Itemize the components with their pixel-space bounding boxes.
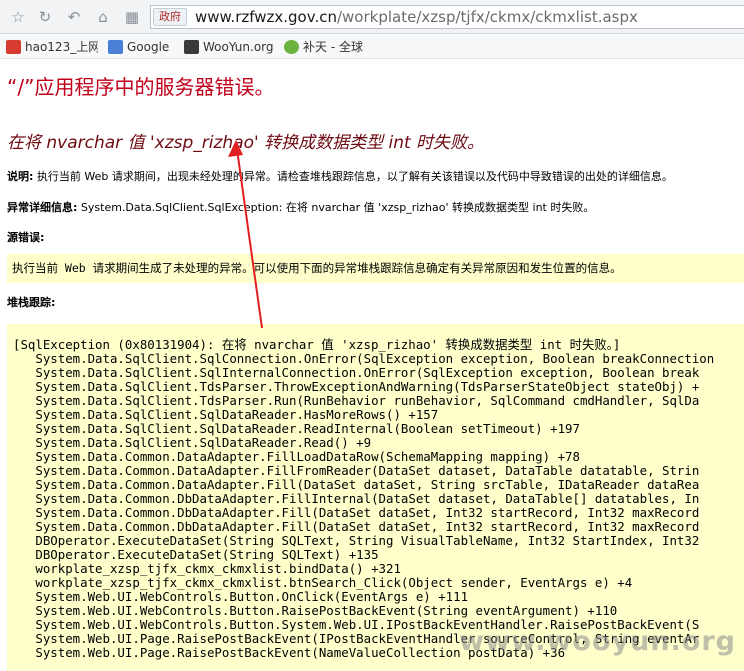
annotation-arrow xyxy=(228,140,263,329)
home-icon[interactable]: ⌂ xyxy=(93,7,113,27)
site-type-badge: 政府 xyxy=(153,8,187,26)
address-bar[interactable]: 政府 www.rzfwzx.gov.cn/workplate/xzsp/tjfx… xyxy=(150,5,744,29)
bookmark-wooyun[interactable]: WooYun.org xyxy=(184,38,274,56)
bookmark-hao123[interactable]: hao123_上网 xyxy=(6,38,98,56)
bookmark-label: 补天 - 全球 xyxy=(303,40,363,54)
google-icon xyxy=(108,40,123,54)
back-icon[interactable]: ↶ xyxy=(64,7,84,27)
url-text[interactable]: www.rzfwzx.gov.cn/workplate/xzsp/tjfx/ck… xyxy=(195,6,638,28)
error-page: “/”应用程序中的服务器错误。 在将 nvarchar 值 'xzsp_rizh… xyxy=(0,60,744,671)
browser-toolbar: ☆ ↻ ↶ ⌂ ▦ 政府 www.rzfwzx.gov.cn/workplate… xyxy=(0,0,744,34)
bookmark-butian[interactable]: 补天 - 全球 xyxy=(284,38,376,56)
url-path: /workplate/xzsp/tjfx/ckmx/ckmxlist.aspx xyxy=(336,8,638,26)
wooyun-icon xyxy=(184,40,199,54)
url-host: www.rzfwzx.gov.cn xyxy=(195,8,337,26)
arrow-line xyxy=(235,141,263,329)
star-icon[interactable]: ☆ xyxy=(8,7,28,27)
arrow-head xyxy=(228,140,243,157)
bookmark-label: hao123_上网 xyxy=(25,40,98,54)
watermark: www.wooyun.org xyxy=(459,626,736,657)
butian-icon xyxy=(284,40,299,54)
bookmark-label: WooYun.org xyxy=(203,40,274,54)
apps-grid-icon[interactable]: ▦ xyxy=(122,7,142,27)
hao123-icon xyxy=(6,40,21,54)
bookmark-label: Google xyxy=(127,40,170,54)
bookmarks-bar: hao123_上网 Google WooYun.org 补天 - 全球 xyxy=(0,34,744,59)
refresh-icon[interactable]: ↻ xyxy=(35,7,55,27)
bookmark-google[interactable]: Google xyxy=(108,38,174,56)
